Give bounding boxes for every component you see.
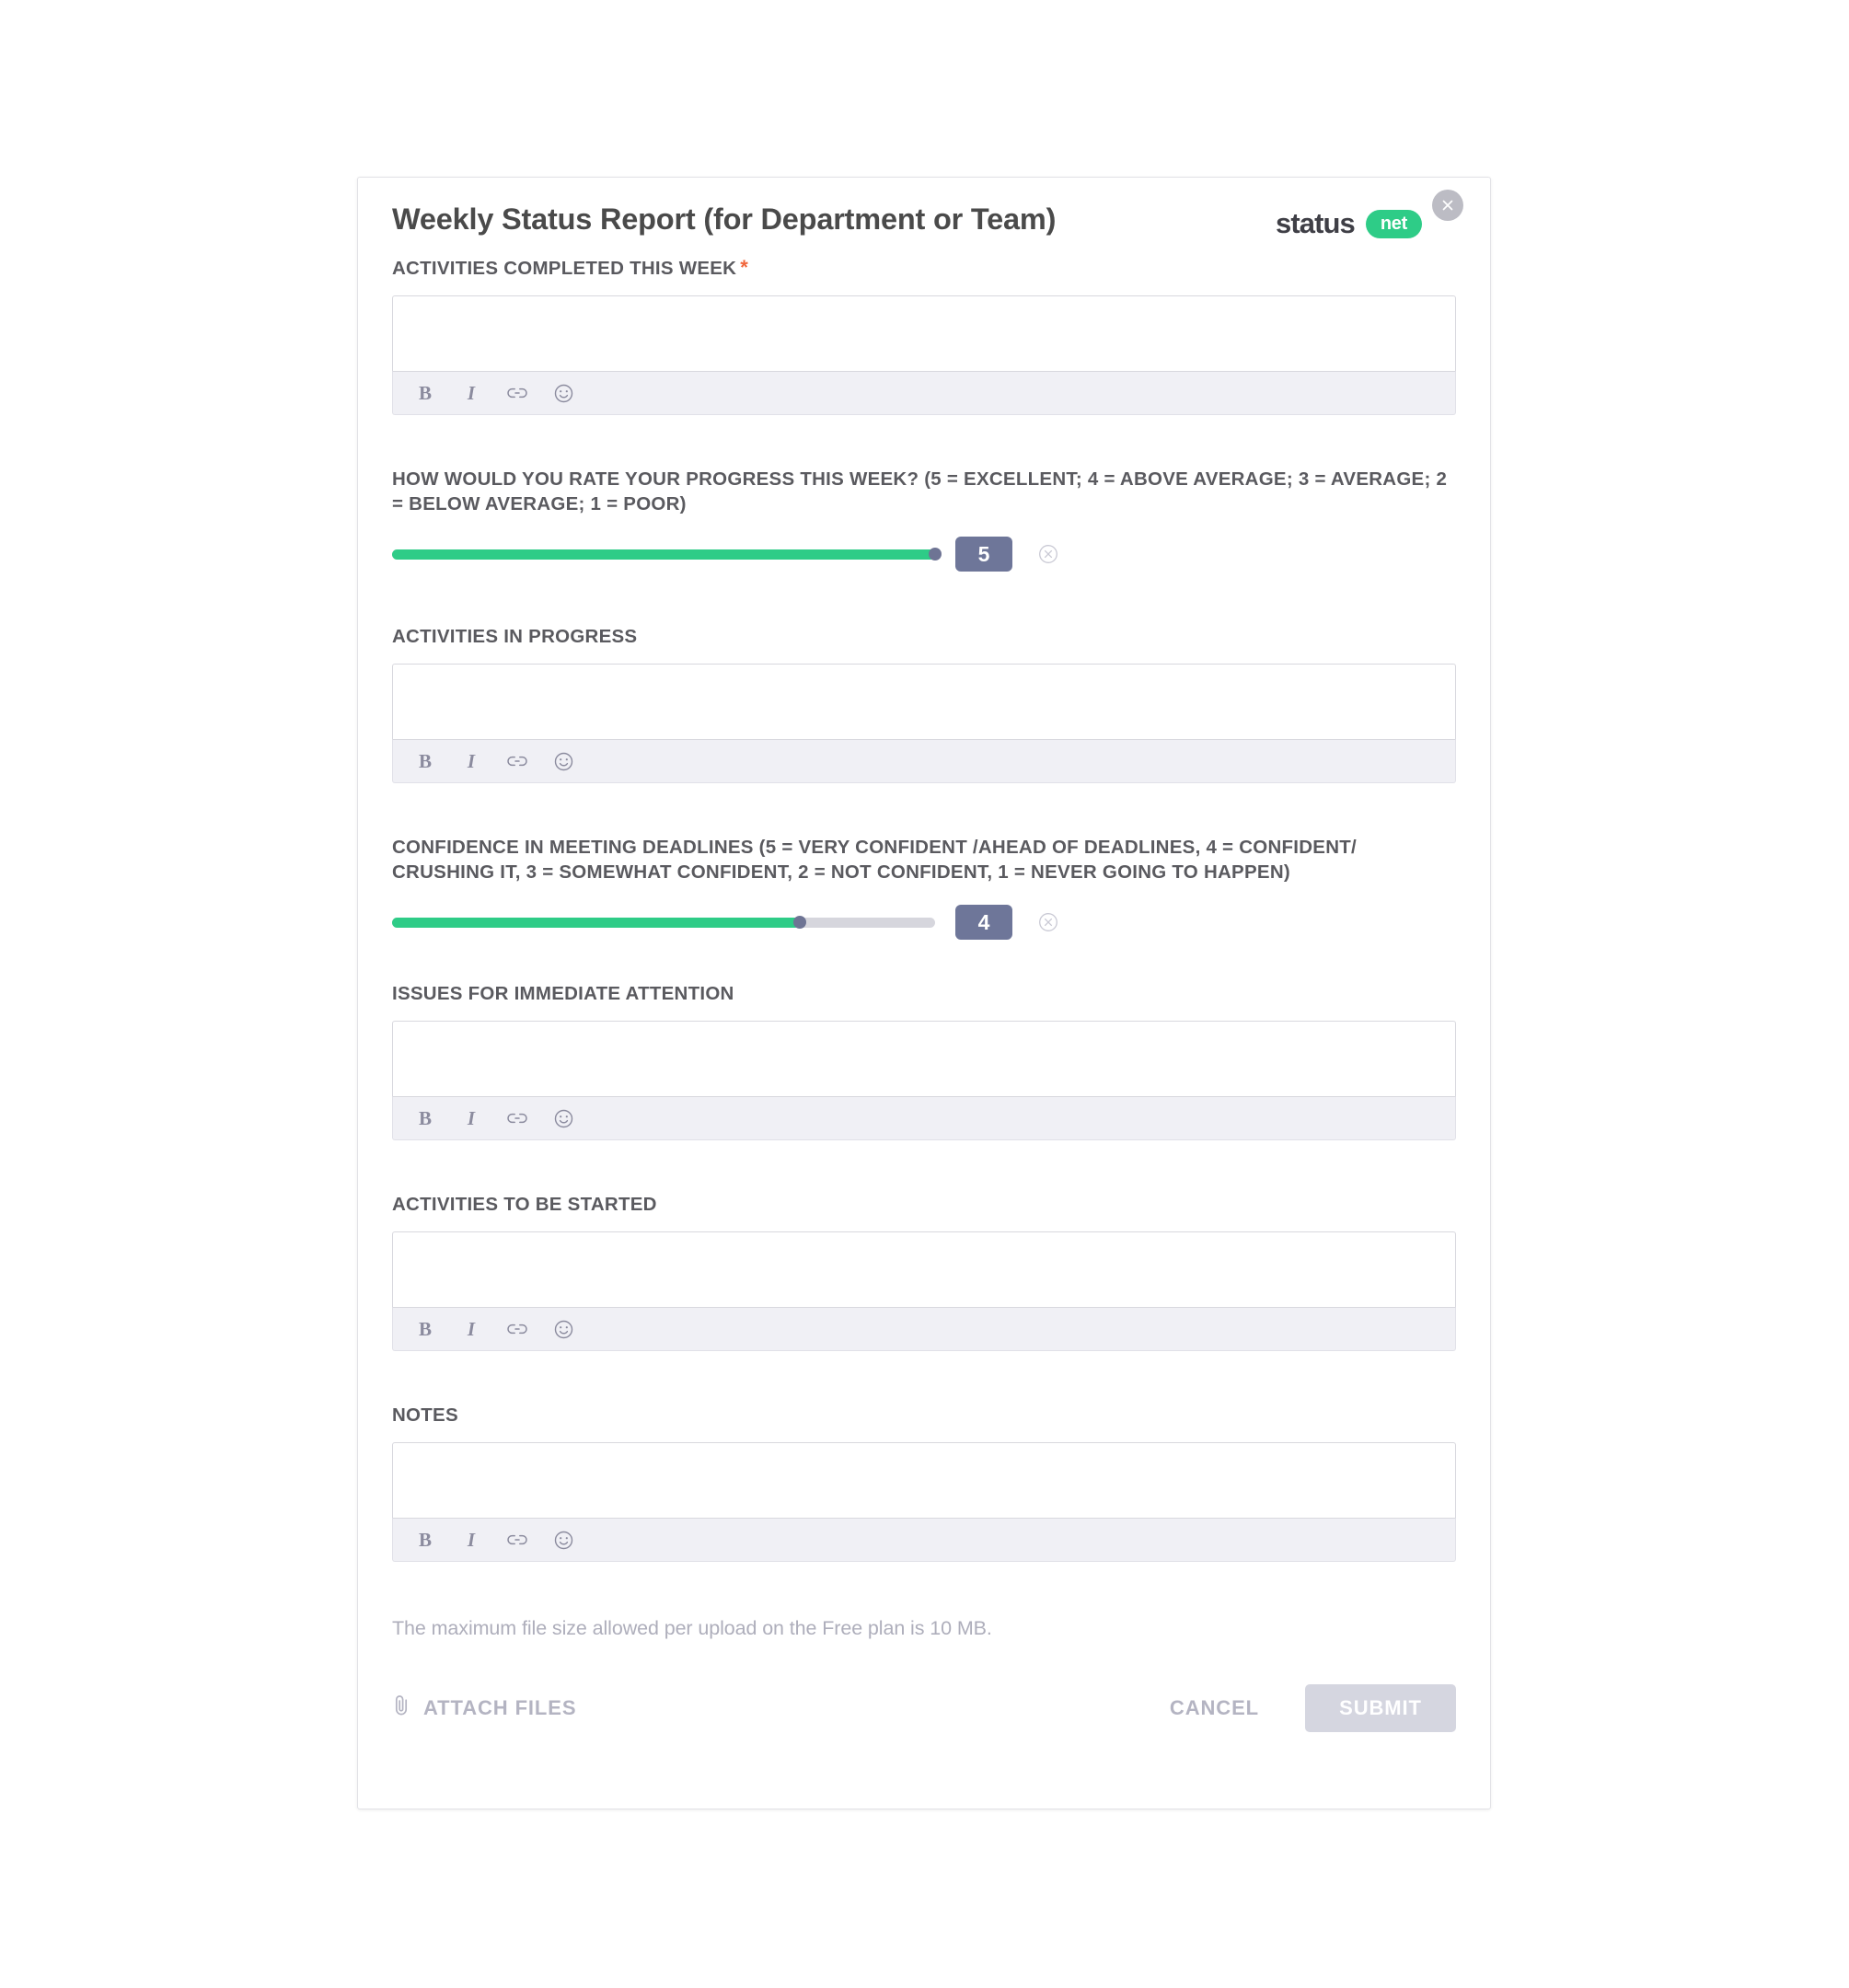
editor-toolbar: B I [392, 1307, 1456, 1352]
field-label: ACTIVITIES IN PROGRESS [392, 626, 638, 648]
field-label: ACTIVITIES TO BE STARTED [392, 1194, 657, 1216]
slider-thumb[interactable] [929, 548, 942, 561]
field-label-text: ACTIVITIES COMPLETED THIS WEEK [392, 258, 737, 279]
field-label: NOTES [392, 1404, 458, 1427]
attach-files-button[interactable]: ATTACH FILES [392, 1693, 576, 1723]
editor-toolbar: B I [392, 739, 1456, 784]
file-size-note: The maximum file size allowed per upload… [392, 1617, 992, 1640]
activities-to-be-started-input[interactable] [392, 1231, 1456, 1308]
field-activities-completed: ACTIVITIES COMPLETED THIS WEEK * B I [392, 254, 1456, 416]
screen: Weekly Status Report (for Department or … [0, 0, 1849, 1988]
link-icon[interactable] [505, 1106, 529, 1130]
close-button[interactable] [1432, 190, 1463, 221]
field-issues-immediate-attention: ISSUES FOR IMMEDIATE ATTENTION B I [392, 981, 1456, 1141]
italic-icon[interactable]: I [459, 749, 483, 773]
richtext-editor: B I [392, 295, 1456, 416]
richtext-editor: B I [392, 1442, 1456, 1563]
emoji-icon[interactable] [551, 381, 575, 405]
activities-completed-input[interactable] [392, 295, 1456, 372]
emoji-icon[interactable] [551, 749, 575, 773]
field-progress-rating: HOW WOULD YOU RATE YOUR PROGRESS THIS WE… [392, 467, 1456, 572]
field-label: ACTIVITIES COMPLETED THIS WEEK * [392, 254, 1456, 281]
field-notes: NOTES B I [392, 1403, 1456, 1563]
field-activities-in-progress: ACTIVITIES IN PROGRESS B I [392, 624, 1456, 784]
brand-wordmark: status [1275, 207, 1356, 239]
italic-icon[interactable]: I [459, 1528, 483, 1552]
bold-icon[interactable]: B [413, 1106, 437, 1130]
link-icon[interactable] [505, 1317, 529, 1341]
link-icon[interactable] [505, 1528, 529, 1552]
italic-icon[interactable]: I [459, 1106, 483, 1130]
progress-rating-slider-row: 5 [392, 536, 1456, 572]
notes-input[interactable] [392, 1442, 1456, 1519]
italic-icon[interactable]: I [459, 1317, 483, 1341]
weekly-status-report-card: Weekly Status Report (for Department or … [357, 177, 1491, 1809]
progress-rating-value: 5 [955, 537, 1012, 572]
slider-thumb[interactable] [792, 916, 806, 930]
emoji-icon[interactable] [551, 1528, 575, 1552]
page-title: Weekly Status Report (for Department or … [392, 202, 1057, 236]
card-content: Weekly Status Report (for Department or … [392, 190, 1463, 1733]
confidence-slider[interactable] [392, 916, 935, 930]
editor-toolbar: B I [392, 371, 1456, 416]
richtext-editor: B I [392, 664, 1456, 784]
field-confidence-deadlines: CONFIDENCE IN MEETING DEADLINES (5 = VER… [392, 835, 1456, 941]
card-header: Weekly Status Report (for Department or … [392, 190, 1463, 254]
bold-icon[interactable]: B [413, 381, 437, 405]
richtext-editor: B I [392, 1021, 1456, 1141]
bold-icon[interactable]: B [413, 1528, 437, 1552]
submit-button[interactable]: SUBMIT [1305, 1684, 1456, 1733]
slider-fill [392, 549, 935, 560]
bold-icon[interactable]: B [413, 1317, 437, 1341]
confidence-value: 4 [955, 905, 1012, 941]
link-icon[interactable] [505, 749, 529, 773]
link-icon[interactable] [505, 381, 529, 405]
issues-immediate-attention-input[interactable] [392, 1021, 1456, 1097]
bold-icon[interactable]: B [413, 749, 437, 773]
richtext-editor: B I [392, 1231, 1456, 1352]
field-label: CONFIDENCE IN MEETING DEADLINES (5 = VER… [392, 837, 1357, 884]
footer-actions: ATTACH FILES CANCEL SUBMIT [392, 1684, 1456, 1733]
editor-toolbar: B I [392, 1096, 1456, 1141]
field-label: ISSUES FOR IMMEDIATE ATTENTION [392, 983, 734, 1005]
editor-toolbar: B I [392, 1518, 1456, 1563]
clear-circle-icon[interactable] [1036, 542, 1060, 566]
brand-logo: status net [1276, 207, 1422, 240]
activities-in-progress-input[interactable] [392, 664, 1456, 740]
cancel-button[interactable]: CANCEL [1144, 1696, 1285, 1720]
emoji-icon[interactable] [551, 1317, 575, 1341]
emoji-icon[interactable] [551, 1106, 575, 1130]
italic-icon[interactable]: I [459, 381, 483, 405]
field-activities-to-be-started: ACTIVITIES TO BE STARTED B I [392, 1192, 1456, 1352]
attach-files-label: ATTACH FILES [423, 1696, 577, 1720]
brand-pill-net: net [1365, 209, 1422, 238]
close-icon [1442, 200, 1453, 211]
confidence-slider-row: 4 [392, 904, 1456, 941]
slider-fill [392, 917, 800, 928]
field-label: HOW WOULD YOU RATE YOUR PROGRESS THIS WE… [392, 468, 1448, 515]
paperclip-icon [392, 1693, 411, 1723]
clear-circle-icon[interactable] [1036, 910, 1060, 934]
required-marker: * [740, 256, 749, 279]
progress-rating-slider[interactable] [392, 548, 942, 561]
